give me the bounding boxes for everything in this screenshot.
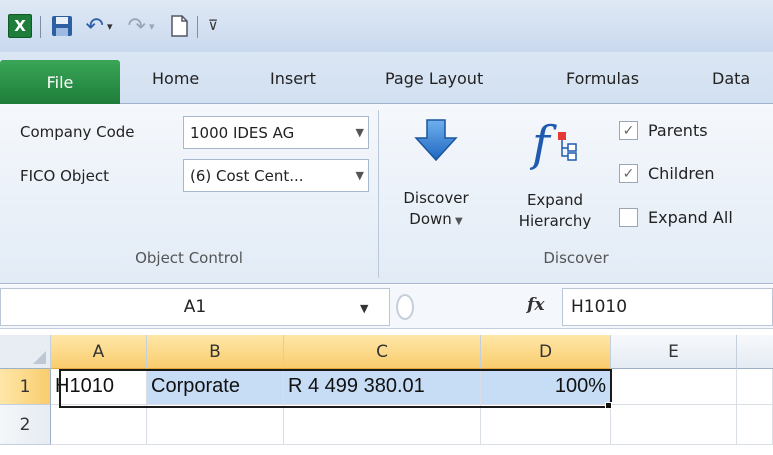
formula-bar: A1 ▼ fx H1010 [0,285,773,329]
tab-insert[interactable]: Insert [270,69,316,88]
save-icon[interactable] [50,14,74,38]
chevron-down-icon: ▼ [355,126,364,139]
cell-c1[interactable]: R 4 499 380.01 [284,369,481,405]
svg-text:f: f [530,116,557,170]
checkmark-icon: ✓ [619,164,638,183]
discover-down-label-line2: Down ▼ [409,210,463,228]
tab-formulas[interactable]: Formulas [566,69,639,88]
new-document-icon[interactable] [168,14,190,38]
column-header-e[interactable]: E [611,335,737,369]
function-hierarchy-icon: f [530,116,577,170]
cell-a2[interactable] [51,405,147,445]
fico-object-label: FICO Object [20,167,109,185]
ribbon-tabs: File Home Insert Page Layout Formulas Da… [0,52,773,104]
cell-e2[interactable] [611,405,737,445]
insert-function-icon[interactable]: fx [527,295,544,315]
worksheet-grid: A B C D E 1 2 H1010 Corporate R 4 499 38… [0,335,773,455]
tab-data[interactable]: Data [712,69,750,88]
expand-all-checkbox[interactable]: Expand All [619,208,733,227]
discover-down-button[interactable]: Discover Down ▼ [386,110,486,244]
cell-b2[interactable] [147,405,284,445]
quick-access-toolbar: X ↶ ▾ ↷ ▾ ⊽ [0,0,773,52]
parents-checkbox[interactable]: ✓ Parents [619,121,708,140]
tab-file[interactable]: File [0,60,120,104]
expand-hierarchy-label-line1: Expand [526,191,584,209]
column-header-a[interactable]: A [51,335,147,369]
column-header-c[interactable]: C [284,335,481,369]
empty-checkbox-icon [619,208,638,227]
expand-hierarchy-label-line2: Hierarchy [518,212,592,230]
cell-a1[interactable]: H1010 [51,369,147,405]
column-header-b[interactable]: B [147,335,284,369]
company-code-label: Company Code [20,123,135,141]
toolbar-separator [40,16,41,38]
chevron-down-icon: ▼ [355,169,364,182]
cell-c2[interactable] [284,405,481,445]
cell-b1[interactable]: Corporate [147,369,284,405]
formula-bar-resize-handle[interactable] [396,294,414,320]
excel-icon[interactable]: X [8,14,32,38]
column-header-f[interactable] [737,335,773,369]
column-header-d[interactable]: D [481,335,611,369]
cell-f2[interactable] [737,405,773,445]
tab-page-layout[interactable]: Page Layout [385,69,483,88]
row-header-2[interactable]: 2 [0,405,51,445]
select-all-button[interactable] [0,335,51,369]
fico-object-dropdown[interactable]: (6) Cost Cent... ▼ [183,159,369,192]
fill-handle[interactable] [605,402,612,409]
formula-input[interactable]: H1010 [562,288,773,326]
cell-e1[interactable] [611,369,737,405]
customize-toolbar-icon[interactable]: ⊽ [205,14,221,38]
ribbon: Company Code 1000 IDES AG ▼ FICO Object … [0,104,773,284]
undo-icon[interactable]: ↶ ▾ [82,14,116,39]
company-code-dropdown[interactable]: 1000 IDES AG ▼ [183,116,369,149]
name-box[interactable]: A1 [0,288,390,326]
expand-hierarchy-button[interactable]: f Expand Hierarchy [500,110,610,244]
cell-d1[interactable]: 100% [481,369,611,405]
tab-home[interactable]: Home [152,69,199,88]
cell-d2[interactable] [481,405,611,445]
chevron-down-icon[interactable]: ▼ [360,302,368,315]
toolbar-separator [197,16,198,38]
cell-f1[interactable] [737,369,773,405]
select-all-icon [33,351,46,364]
discover-down-label-line1: Discover [403,189,469,207]
redo-icon[interactable]: ↷ ▾ [124,14,158,39]
down-arrow-icon [414,119,458,162]
row-header-1[interactable]: 1 [0,369,51,405]
group-label-discover: Discover [543,249,609,267]
children-checkbox[interactable]: ✓ Children [619,164,715,183]
group-label-object-control: Object Control [135,249,243,267]
checkmark-icon: ✓ [619,121,638,140]
